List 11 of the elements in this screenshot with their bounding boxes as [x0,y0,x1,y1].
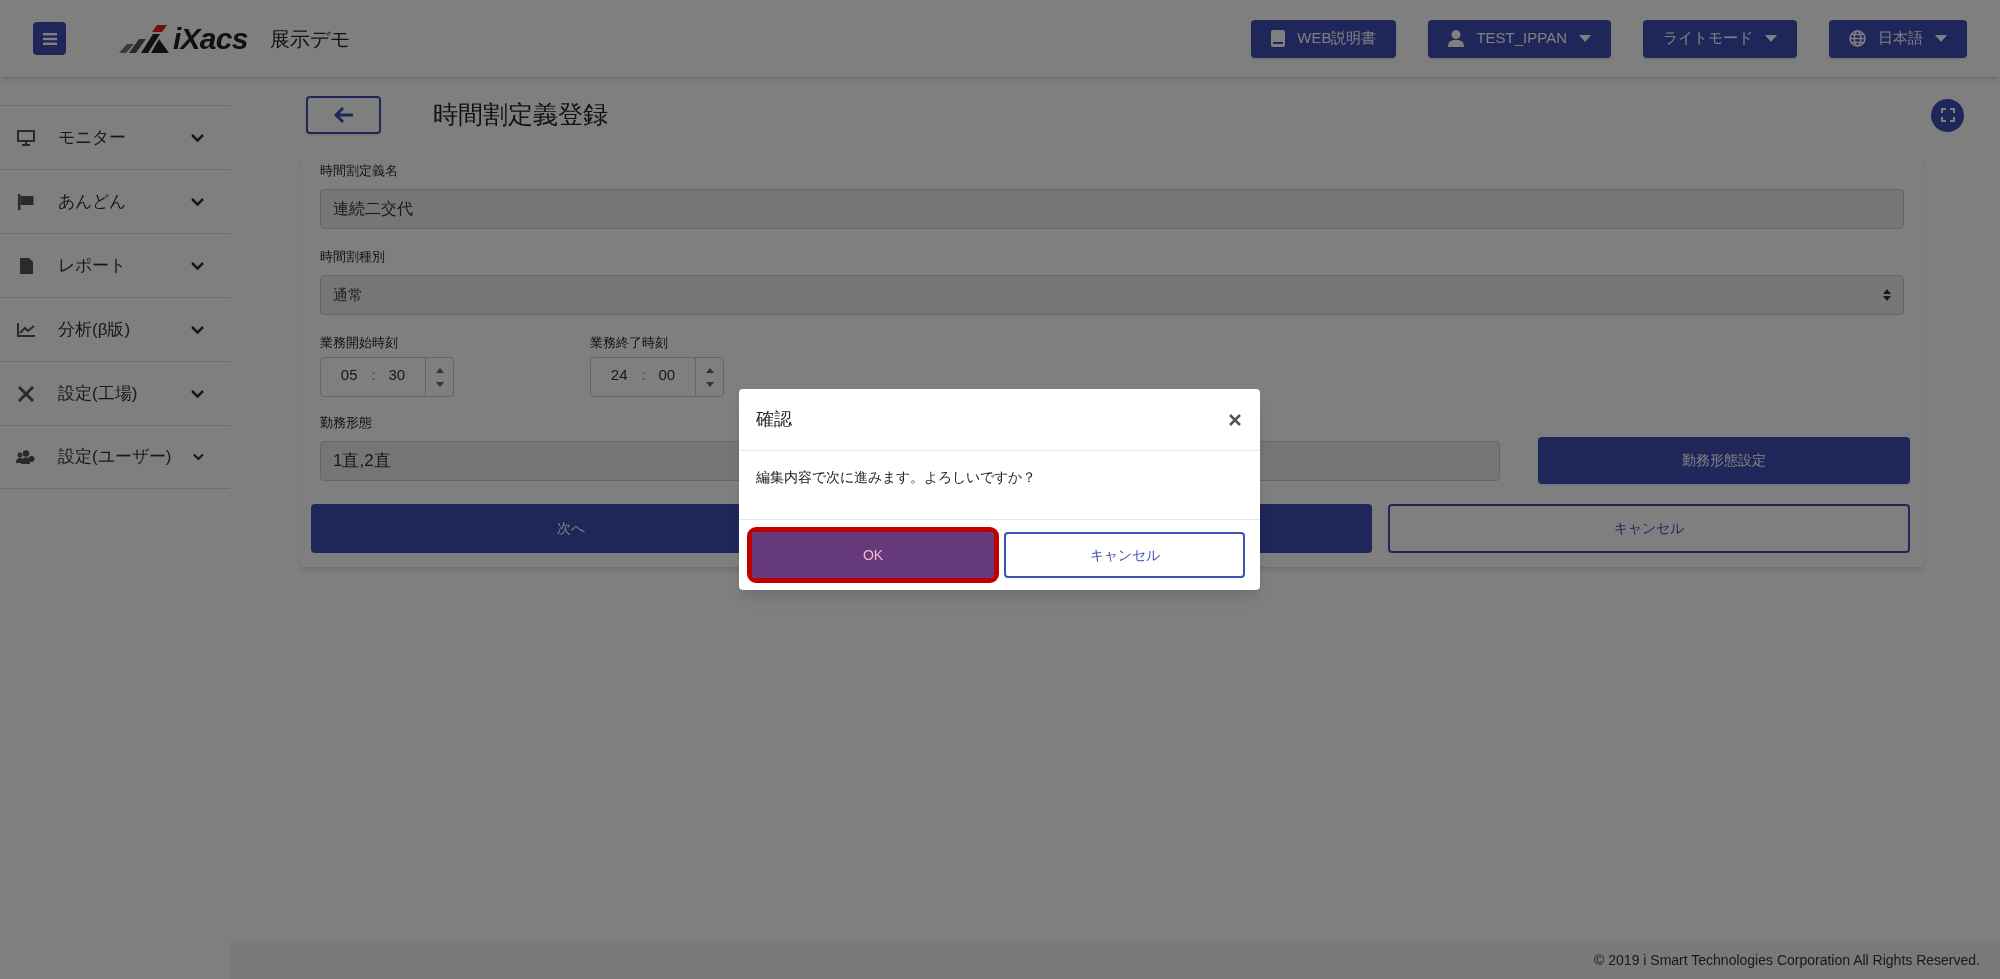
app-name: 展示デモ [269,26,350,52]
field-label: 時間割種別 [320,248,385,266]
brand-logo-text: iXacs [173,21,248,57]
field-label: 業務開始時刻 [320,334,398,352]
dialog-title: 確認 [756,408,792,431]
field-label: 時間割定義名 [320,162,398,180]
field-label: 業務終了時刻 [590,334,668,352]
page-title: 時間割定義登録 [433,99,608,131]
dialog-message: 編集内容で次に進みます。よろしいですか？ [756,468,1037,487]
copyright-text: © 2019 i Smart Technologies Corporation All Rights Reserved. [1594,950,1980,970]
field-label: 勤務形態 [320,414,372,432]
